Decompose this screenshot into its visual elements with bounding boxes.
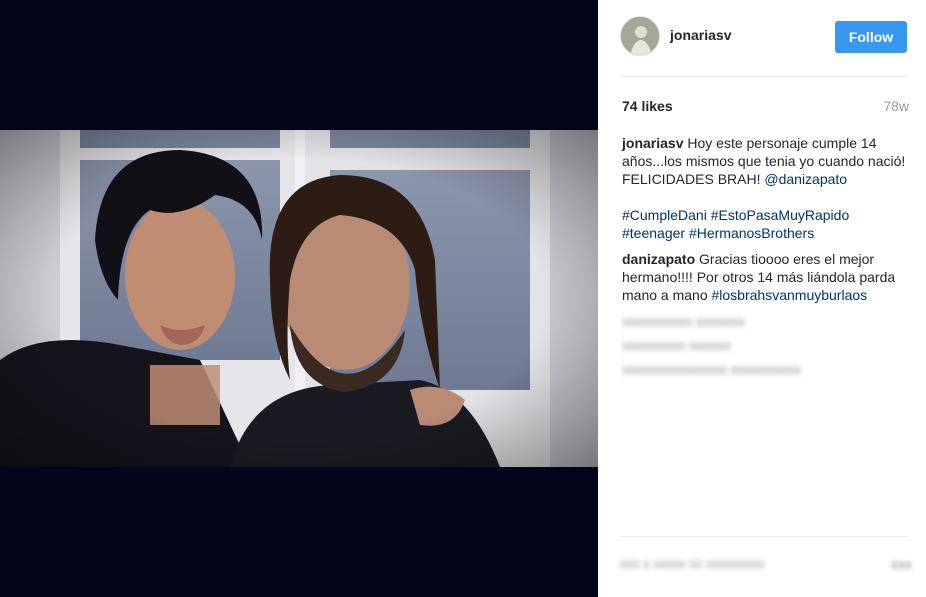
comments-list: jonariasv Hoy este personaje cumple 14 a… bbox=[622, 134, 912, 384]
reply-hashtag[interactable]: #losbrahsvanmuyburlaos bbox=[712, 287, 868, 303]
follow-button[interactable]: Follow bbox=[835, 21, 907, 53]
more-options-icon[interactable]: xxx bbox=[891, 556, 912, 572]
comment-input-placeholder[interactable]: xxx x xxxxx xx xxxxxxxxx bbox=[620, 556, 910, 571]
post-side-panel: jonariasv Follow 74 likes 78w jonariasv … bbox=[598, 0, 926, 597]
blurred-comment-3: xxxxxxxxxxxxxxx xxxxxxxxxx bbox=[622, 361, 801, 377]
caption-mention[interactable]: @danizapato bbox=[764, 171, 847, 187]
avatar-icon bbox=[621, 17, 659, 55]
reply-comment: danizapato Gracias tioooo eres el mejor … bbox=[622, 250, 912, 304]
username-link[interactable]: jonariasv bbox=[670, 27, 731, 43]
photo-image bbox=[0, 130, 598, 467]
footer-divider bbox=[620, 536, 908, 537]
blurred-comment-1: xxxxxxxxxx xxxxxxx bbox=[622, 313, 745, 329]
blurred-comment-2: xxxxxxxxx xxxxxx bbox=[622, 337, 731, 353]
post-header: jonariasv Follow bbox=[620, 16, 908, 58]
caption-hashtags-1[interactable]: #CumpleDani #EstoPasaMuyRapido bbox=[622, 206, 912, 224]
caption-author[interactable]: jonariasv bbox=[622, 135, 683, 151]
post-photo[interactable] bbox=[0, 130, 598, 467]
reply-author[interactable]: danizapato bbox=[622, 251, 695, 267]
post-age[interactable]: 78w bbox=[883, 98, 909, 114]
caption: jonariasv Hoy este personaje cumple 14 a… bbox=[622, 134, 912, 242]
caption-hashtags-2[interactable]: #teenager #HermanosBrothers bbox=[622, 224, 912, 242]
header-divider bbox=[620, 76, 908, 77]
post-media[interactable] bbox=[0, 0, 598, 597]
user-avatar[interactable] bbox=[620, 16, 660, 56]
likes-count[interactable]: 74 likes bbox=[622, 98, 673, 114]
